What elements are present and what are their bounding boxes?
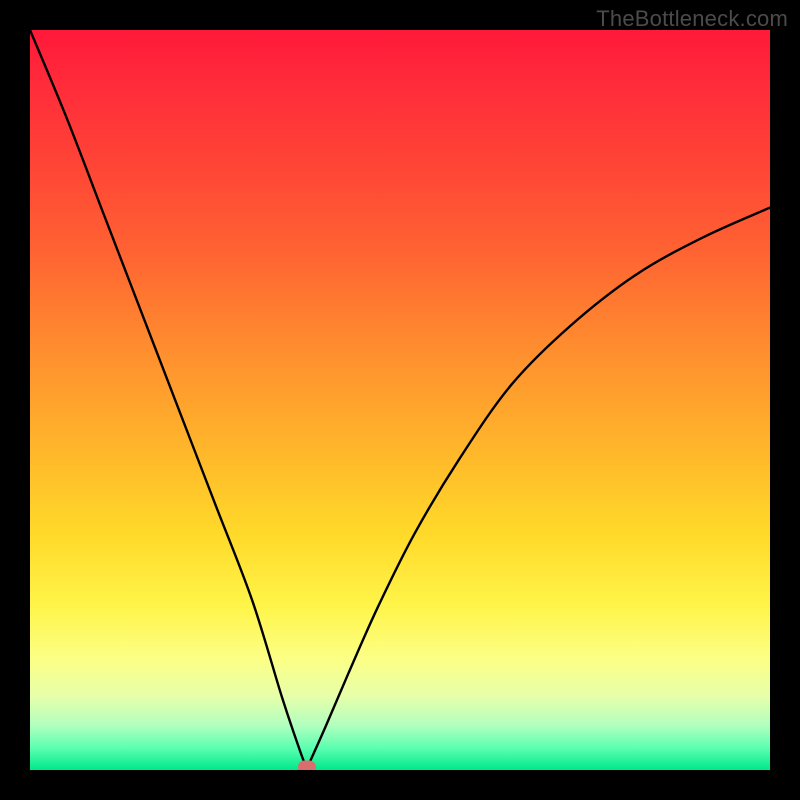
curve-path — [30, 30, 770, 767]
plot-area — [30, 30, 770, 770]
watermark-text: TheBottleneck.com — [596, 6, 788, 32]
chart-frame: TheBottleneck.com — [0, 0, 800, 800]
optimal-point-marker — [298, 761, 316, 770]
bottleneck-curve — [30, 30, 770, 770]
